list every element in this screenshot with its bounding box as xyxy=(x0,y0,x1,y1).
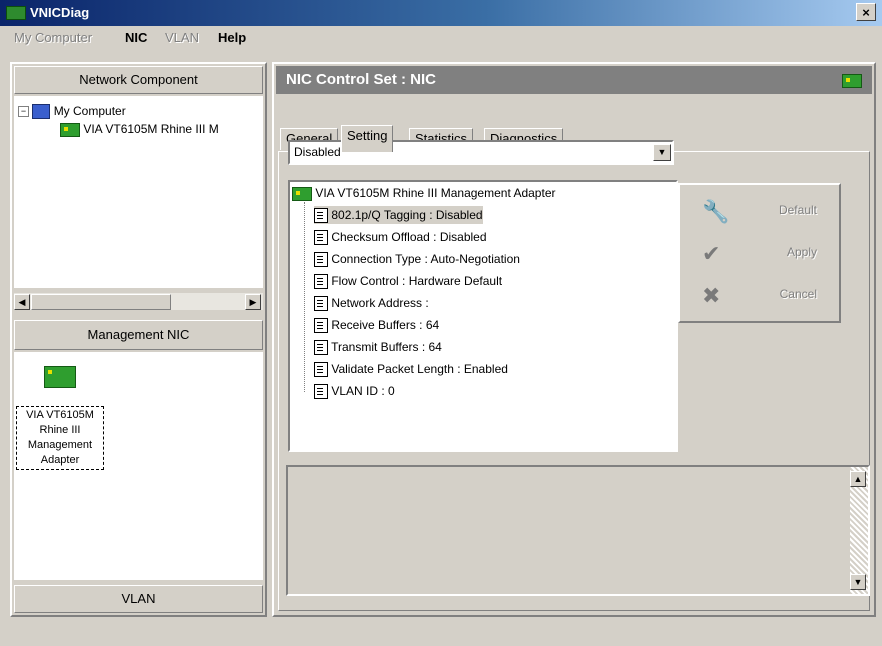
adapter-name: VIA VT6105M Rhine III Management Adapter xyxy=(315,186,556,200)
vlan-footer[interactable]: VLAN xyxy=(14,585,263,613)
nic-control-title: NIC Control Set : NIC xyxy=(286,71,436,88)
management-nic-list[interactable]: VIA VT6105M Rhine III Management Adapter xyxy=(14,352,263,580)
scroll-right-icon[interactable]: ▶ xyxy=(245,294,261,310)
tree-item-nic[interactable]: VIA VT6105M Rhine III M xyxy=(60,120,219,138)
setting-label: Validate Packet Length : Enabled xyxy=(331,362,508,376)
setting-item[interactable]: Connection Type : Auto-Negotiation xyxy=(314,250,520,268)
window-title: VNICDiag xyxy=(30,5,90,20)
vertical-scrollbar[interactable]: ▲ ▼ xyxy=(850,467,868,594)
setting-item[interactable]: Transmit Buffers : 64 xyxy=(314,338,442,356)
title-bar: VNICDiag × xyxy=(0,0,882,26)
collapse-icon[interactable]: − xyxy=(18,106,29,118)
setting-label: Connection Type : Auto-Negotiation xyxy=(331,252,520,266)
setting-label: Receive Buffers : 64 xyxy=(331,318,440,332)
scroll-thumb[interactable] xyxy=(31,294,171,310)
default-label: Default xyxy=(778,203,817,217)
computer-icon xyxy=(32,104,51,120)
menu-help[interactable]: Help xyxy=(218,30,246,45)
setting-item[interactable]: Validate Packet Length : Enabled xyxy=(314,360,508,378)
action-button-group: 🔧 Default ✔ Apply ✖ Cancel xyxy=(678,183,841,323)
network-card-icon xyxy=(842,74,862,88)
network-card-icon xyxy=(44,366,76,388)
setting-item[interactable]: 802.1p/Q Tagging : Disabled xyxy=(314,206,483,224)
wrench-icon: 🔧 xyxy=(702,199,730,224)
setting-label: 802.1p/Q Tagging : Disabled xyxy=(331,208,483,222)
apply-label: Apply xyxy=(786,245,817,259)
settings-tree[interactable]: VIA VT6105M Rhine III Management Adapter… xyxy=(288,180,678,452)
scroll-down-icon[interactable]: ▼ xyxy=(850,574,866,590)
management-adapter-item[interactable]: VIA VT6105M Rhine III Management Adapter xyxy=(16,406,104,470)
setting-label: Network Address : xyxy=(331,296,429,310)
setting-item[interactable]: Receive Buffers : 64 xyxy=(314,316,439,334)
description-box: ▲ ▼ xyxy=(286,465,870,596)
tree-guide-line xyxy=(304,202,305,392)
nic-control-header: NIC Control Set : NIC xyxy=(276,66,872,94)
left-pane: Network Component − My Computer VIA VT61… xyxy=(10,62,267,617)
network-component-header: Network Component xyxy=(14,66,263,94)
network-tree[interactable]: − My Computer VIA VT6105M Rhine III M xyxy=(14,96,263,288)
setting-label: Transmit Buffers : 64 xyxy=(331,340,442,354)
adapter-tree-item[interactable]: VIA VT6105M Rhine III Management Adapter xyxy=(292,184,555,202)
menu-nic[interactable]: NIC xyxy=(125,30,147,45)
scroll-up-icon[interactable]: ▲ xyxy=(850,471,866,487)
dropdown-value: Disabled xyxy=(294,145,341,159)
property-page-icon xyxy=(314,362,328,378)
tab-setting[interactable]: Setting xyxy=(341,125,394,152)
property-page-icon xyxy=(314,230,328,246)
property-page-icon xyxy=(314,296,328,312)
apply-button[interactable]: ✔ Apply xyxy=(680,233,839,273)
cancel-label: Cancel xyxy=(779,287,817,301)
close-button[interactable]: × xyxy=(856,3,876,21)
property-page-icon xyxy=(314,274,328,290)
setting-label: Flow Control : Hardware Default xyxy=(331,274,503,288)
management-nic-icon xyxy=(44,366,76,388)
menu-bar: My Computer NIC VLAN Help xyxy=(0,26,882,50)
setting-item[interactable]: Flow Control : Hardware Default xyxy=(314,272,502,290)
nic-app-icon xyxy=(6,6,26,20)
network-card-icon xyxy=(60,122,80,137)
setting-item[interactable]: VLAN ID : 0 xyxy=(314,382,395,400)
property-page-icon xyxy=(314,318,328,334)
property-page-icon xyxy=(314,252,328,268)
menu-vlan[interactable]: VLAN xyxy=(165,30,199,45)
property-page-icon xyxy=(314,208,328,224)
cancel-button[interactable]: ✖ Cancel xyxy=(680,275,839,315)
setting-item[interactable]: Checksum Offload : Disabled xyxy=(314,228,487,246)
chevron-down-icon[interactable]: ▼ xyxy=(653,144,671,161)
tree-child-label: VIA VT6105M Rhine III M xyxy=(83,122,219,136)
default-button[interactable]: 🔧 Default xyxy=(680,191,839,231)
property-page-icon xyxy=(314,384,328,400)
management-nic-header: Management NIC xyxy=(14,320,263,350)
horizontal-scrollbar[interactable]: ◀ ▶ xyxy=(14,292,263,310)
tree-root-label: My Computer xyxy=(53,104,126,118)
tree-item-my-computer[interactable]: − My Computer xyxy=(18,102,126,120)
x-icon: ✖ xyxy=(702,283,721,308)
checkmark-icon: ✔ xyxy=(702,241,721,266)
setting-item[interactable]: Network Address : xyxy=(314,294,429,312)
network-card-icon xyxy=(292,186,312,201)
setting-label: Checksum Offload : Disabled xyxy=(331,230,487,244)
menu-my-computer[interactable]: My Computer xyxy=(14,30,92,45)
setting-label: VLAN ID : 0 xyxy=(331,384,395,398)
property-page-icon xyxy=(314,340,328,356)
scroll-left-icon[interactable]: ◀ xyxy=(14,294,30,310)
